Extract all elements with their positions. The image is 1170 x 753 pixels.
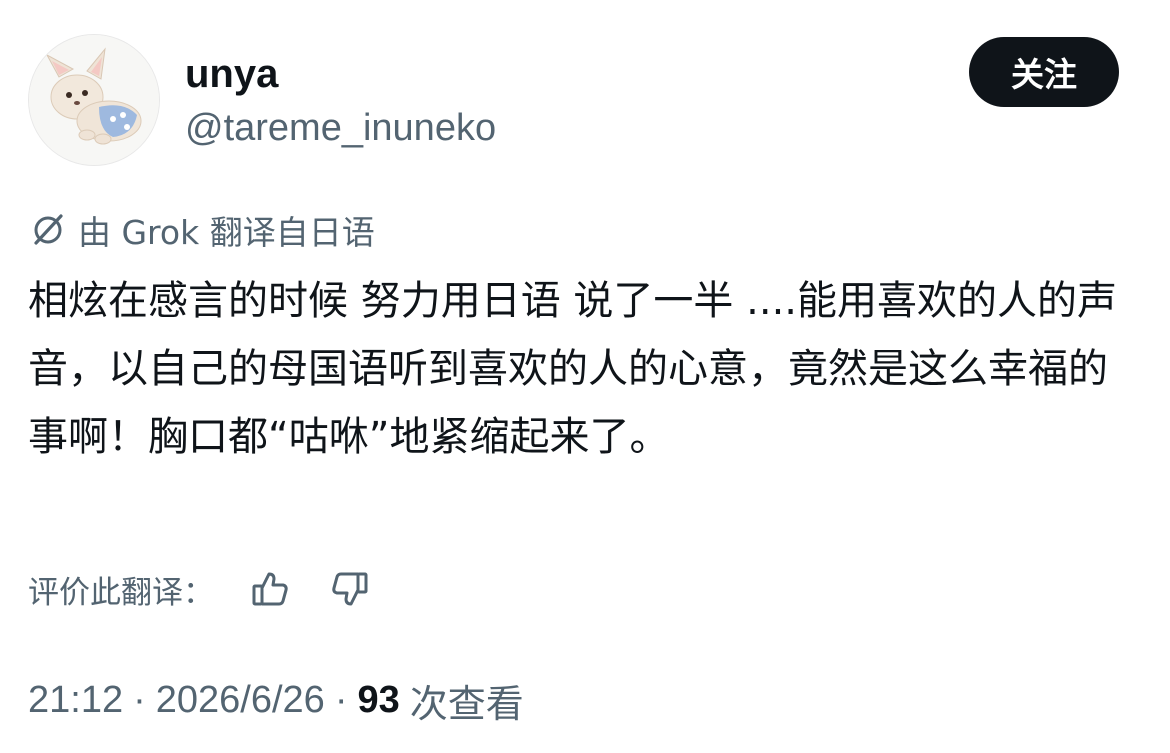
meta-separator: · — [334, 678, 348, 721]
grok-icon — [34, 214, 63, 245]
follow-button[interactable]: 关注 — [969, 37, 1119, 107]
translation-note: 由 Grok 翻译自日语 — [28, 208, 375, 252]
avatar-image — [29, 35, 159, 165]
thumbs-up-button[interactable] — [246, 565, 294, 613]
display-name[interactable]: unya — [185, 52, 278, 96]
avatar[interactable] — [28, 34, 160, 166]
rate-translation: 评价此翻译： — [28, 565, 374, 613]
thumbs-down-icon — [332, 572, 368, 606]
tweet-time[interactable]: 21:12 — [28, 679, 123, 722]
tweet-meta: 21:12 · 2026/6/26 · 93 次查看 — [28, 676, 524, 726]
thumbs-up-icon — [252, 572, 288, 606]
views-label: 次查看 — [409, 683, 524, 726]
user-handle[interactable]: @tareme_inuneko — [185, 106, 496, 150]
translation-note-text: 由 Grok 翻译自日语 — [78, 213, 375, 252]
meta-separator: · — [133, 678, 146, 721]
thumbs-down-button[interactable] — [326, 565, 374, 613]
tweet-date[interactable]: 2026/6/26 — [156, 679, 325, 722]
tweet-text: 相炫在感言的时候 努力用日语 说了一半 ....能用喜欢的人的声音，以自己的母国… — [28, 278, 1118, 460]
views-count[interactable]: 93 — [357, 679, 399, 722]
rate-translation-label: 评价此翻译： — [28, 574, 214, 611]
